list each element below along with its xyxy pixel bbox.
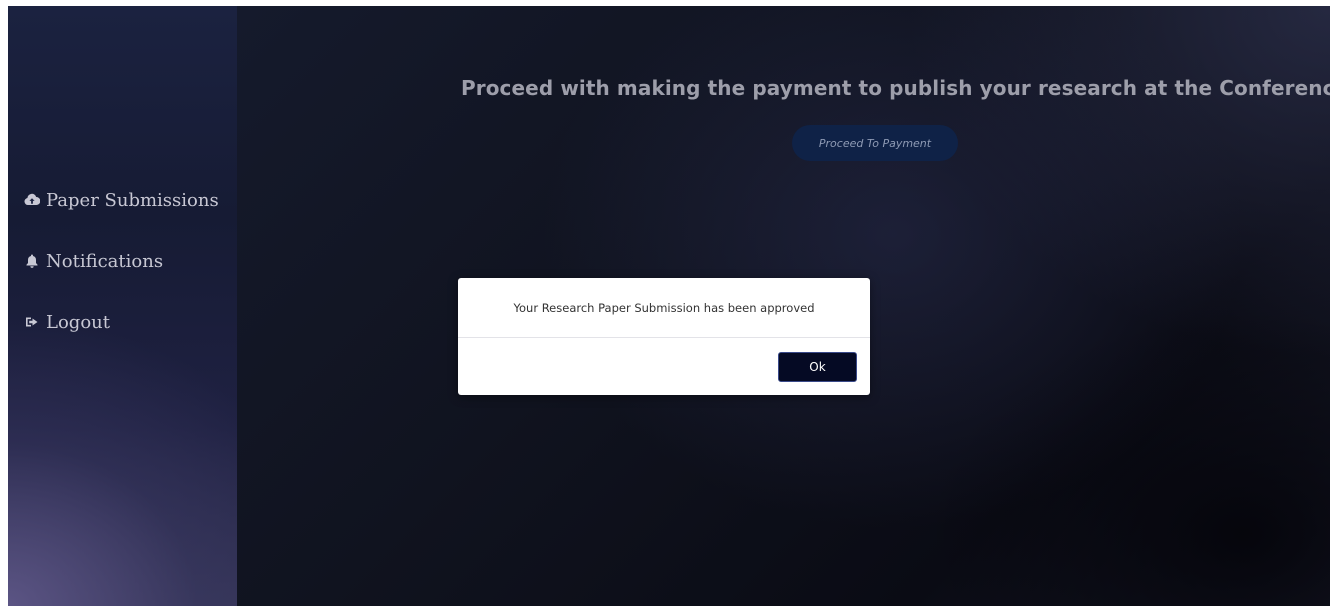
dialog-body: Your Research Paper Submission has been …	[458, 278, 870, 338]
sidebar-item-label: Notifications	[46, 250, 164, 272]
sidebar-item-logout[interactable]: Logout	[24, 306, 219, 338]
sidebar: Paper Submissions Notifications Logout	[8, 6, 237, 606]
bell-icon	[24, 253, 40, 269]
ok-button[interactable]: Ok	[778, 352, 857, 382]
sidebar-item-label: Logout	[46, 311, 110, 333]
page-headline: Proceed with making the payment to publi…	[461, 76, 1330, 100]
sidebar-item-notifications[interactable]: Notifications	[24, 245, 219, 277]
sidebar-item-label: Paper Submissions	[46, 189, 219, 211]
proceed-to-payment-button[interactable]: Proceed To Payment	[792, 125, 958, 161]
cloud-upload-icon	[24, 192, 40, 208]
dialog-footer: Ok	[458, 338, 870, 395]
dialog-message: Your Research Paper Submission has been …	[513, 300, 815, 315]
sidebar-item-paper-submissions[interactable]: Paper Submissions	[24, 184, 219, 216]
sign-out-icon	[24, 314, 40, 330]
sidebar-nav: Paper Submissions Notifications Logout	[24, 184, 219, 367]
approval-dialog: Your Research Paper Submission has been …	[458, 278, 870, 395]
